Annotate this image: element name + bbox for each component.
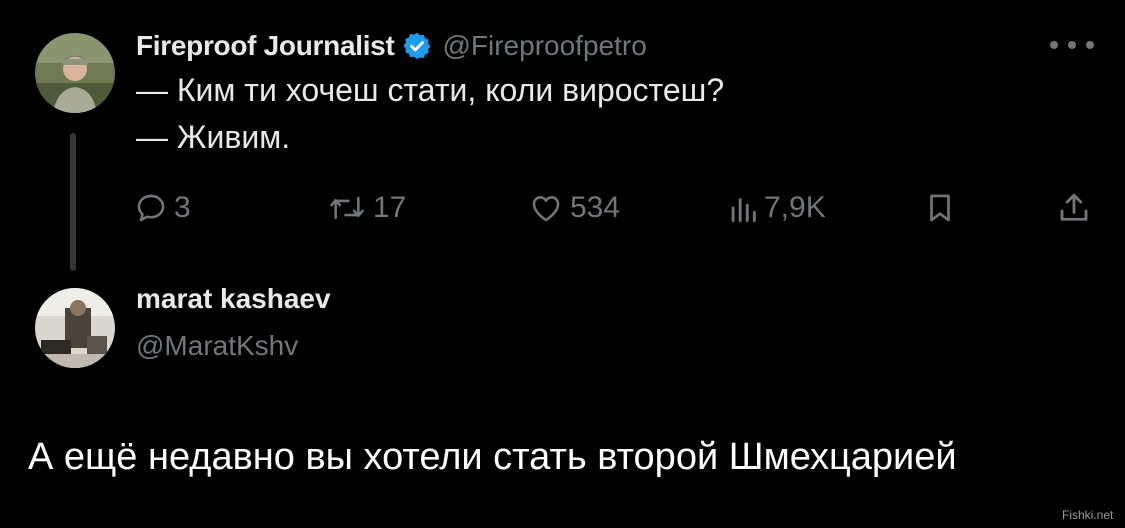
- tweet-text-line: — Живим.: [136, 119, 291, 155]
- retweet-count: 17: [373, 191, 407, 224]
- bookmark-icon: [930, 194, 950, 222]
- reply-count: 3: [174, 191, 191, 224]
- views-button[interactable]: 7,9K: [728, 188, 826, 228]
- reply-author-name[interactable]: marat kashaev: [136, 283, 331, 315]
- retweet-button[interactable]: 17: [327, 188, 406, 228]
- avatar-fireproof-journalist[interactable]: [35, 33, 115, 113]
- reply-icon: [137, 194, 165, 222]
- tweet-header: Fireproof Journalist @Fireproofpetro: [136, 26, 647, 66]
- views-icon: [731, 198, 756, 223]
- like-count: 534: [570, 191, 621, 224]
- retweet-icon: [330, 196, 364, 220]
- watermark: Fishki.net: [1062, 508, 1114, 522]
- more-icon[interactable]: [1050, 30, 1094, 60]
- like-button[interactable]: 534: [528, 188, 620, 228]
- verified-icon: [403, 32, 431, 60]
- views-count: 7,9K: [764, 191, 826, 224]
- share-button[interactable]: [1056, 188, 1092, 228]
- bookmark-button[interactable]: [923, 188, 957, 228]
- caption-text: А ещё недавно вы хотели стать второй Шме…: [28, 436, 957, 478]
- reply-author-handle[interactable]: @MaratKshv: [136, 330, 298, 362]
- avatar-marat-kashaev[interactable]: [35, 288, 115, 368]
- tweet-text-line: — Ким ти хочеш стати, коли виростеш?: [136, 72, 725, 108]
- reply-button[interactable]: 3: [134, 188, 191, 228]
- like-icon: [532, 196, 560, 222]
- share-icon: [1060, 193, 1088, 221]
- author-handle[interactable]: @Fireproofpetro: [442, 30, 646, 62]
- author-name[interactable]: Fireproof Journalist: [136, 30, 395, 62]
- thread-connector-line: [70, 133, 76, 271]
